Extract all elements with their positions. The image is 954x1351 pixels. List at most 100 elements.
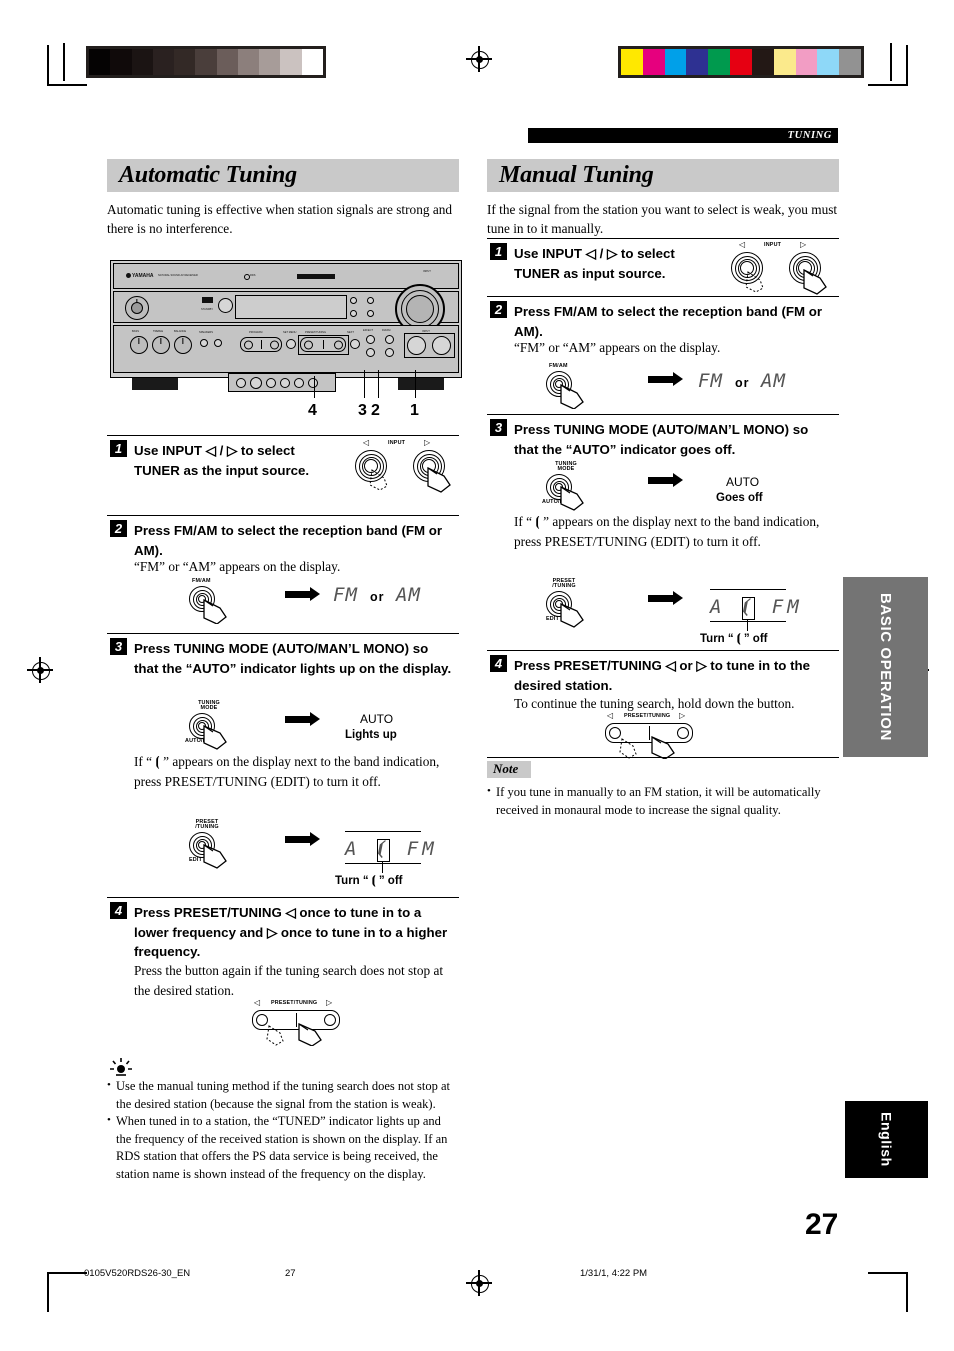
right-step-3-rule	[487, 414, 839, 415]
left-step-4-rule	[107, 897, 459, 898]
note-item: If you tune in manually to an FM station…	[487, 783, 839, 819]
footer-doc-id: 0105V520RDS26-30_EN	[84, 1268, 191, 1279]
left-step-3-lcd-caption: Turn “ ⦗ ” off	[335, 875, 403, 887]
highlight-input-knobs	[404, 333, 455, 358]
left-step-3-lcd-highlight	[377, 839, 390, 862]
right-step-3-auto-indicator: AUTO	[726, 475, 760, 489]
note-list: If you tune in manually to an FM station…	[487, 783, 839, 819]
section-title-manual-tuning: Manual Tuning	[487, 159, 839, 192]
effect-label: EFFECT	[363, 329, 374, 332]
callout-leader-1	[415, 370, 417, 398]
side-tab-basic-operation: BASIC OPERATION	[843, 577, 928, 757]
page-number: 27	[805, 1208, 839, 1241]
callout-leader-3	[364, 370, 366, 398]
effect-button	[366, 335, 375, 344]
side-tab-language: English	[845, 1101, 928, 1178]
crop-mark-tr-v	[906, 45, 908, 85]
left-step-4-rocker-art: PRESET/TUNING ◁ ▷	[247, 998, 347, 1046]
yamaha-logo: YAMAHA	[132, 273, 154, 279]
process-swatch-7	[773, 49, 796, 75]
right-step-3-arrow-2	[648, 591, 683, 605]
left-step-3-lcd-toprule	[345, 831, 421, 832]
process-swatch-8	[795, 49, 818, 75]
section-title-automatic-tuning: Automatic Tuning	[107, 159, 459, 192]
left-step-4-number: 4	[110, 902, 127, 919]
pointing-hand-icon	[203, 725, 227, 750]
right-step-2-arrow	[648, 372, 683, 386]
left-step-3-lcd-display: A ⦗ FM	[345, 838, 438, 860]
right-step-3-body: If “ ⦗ ” appears on the display next to …	[514, 514, 820, 549]
grayscale-swatch-0	[89, 49, 111, 75]
right-step-2-body: “FM” or “AM” appears on the display.	[514, 340, 721, 355]
right-step-3-lcd-caption: Turn “ ⦗ ” off	[700, 633, 768, 645]
grayscale-swatch-10	[301, 49, 323, 75]
rds-badge-dot	[244, 274, 250, 280]
right-step-3-lcd-leader	[747, 619, 749, 631]
process-swatch-3	[686, 49, 709, 75]
fm-am-button	[385, 335, 394, 344]
crop-mark-right-edge	[890, 43, 892, 81]
preset-tuning-label: PRESET/TUNING	[305, 331, 327, 334]
crop-mark-tl-v	[47, 45, 49, 85]
callout-number-1: 1	[410, 402, 419, 419]
note-label-text: Note	[493, 761, 519, 776]
process-swatch-0	[621, 49, 643, 75]
video-aux-jack-3	[266, 378, 276, 388]
speakers-a-button	[200, 339, 208, 347]
running-head-label: TUNING	[787, 129, 832, 141]
pointing-hand-icons	[745, 268, 827, 295]
grayscale-swatch-6	[216, 49, 238, 75]
power-knob-inner	[131, 302, 143, 314]
receiver-lcd-display	[235, 295, 347, 319]
grayscale-swatch-9	[280, 49, 302, 75]
side-tab-language-label: English	[878, 1112, 895, 1167]
crop-mark-bl-v	[47, 1272, 49, 1312]
left-step-2-lcd-am: AM	[396, 584, 421, 606]
left-step-2-lcd-fm: FM	[333, 584, 358, 606]
note-label-bar: Note	[487, 761, 531, 778]
manual-page: TUNING Automatic Tuning Automatic tuning…	[0, 0, 954, 1351]
grayscale-colorbar	[86, 46, 326, 78]
section-title-text: Automatic Tuning	[119, 162, 297, 188]
tip-item: When tuned in to a station, the “TUNED” …	[107, 1112, 459, 1183]
right-step-1-rule	[487, 238, 839, 239]
right-step-3-lcd-toprule	[710, 589, 786, 590]
right-step-3-auto-state: Goes off	[716, 492, 763, 504]
registration-mark-side-left	[27, 657, 53, 683]
pointing-hand-icon	[560, 486, 584, 511]
note-top-rule	[487, 757, 839, 758]
callout-number-2: 2	[371, 402, 380, 419]
left-step-3-presettuning-art: PRESET /TUNING EDIT	[184, 819, 246, 870]
process-swatch-6	[751, 49, 774, 75]
process-swatch-10	[839, 49, 861, 75]
preset-button-2	[367, 297, 374, 304]
registration-mark-left	[466, 46, 492, 72]
balance-knob	[174, 336, 192, 354]
left-step-1-rule	[107, 435, 459, 436]
footer-page-number: 27	[285, 1268, 296, 1279]
standby-label: STANDBY	[201, 308, 214, 311]
left-step-2-rule	[107, 515, 459, 516]
right-step-2-rule	[487, 296, 839, 297]
grayscale-swatch-5	[195, 49, 217, 75]
right-step-3-arrow	[648, 473, 683, 487]
right-step-4-rocker-art: PRESET/TUNING ◁ ▷	[600, 711, 700, 759]
highlight-preset-tuning	[298, 335, 349, 355]
treble-knob	[152, 336, 170, 354]
pointing-hand-icon	[560, 383, 584, 409]
left-step-3-rule	[107, 633, 459, 634]
right-step-2-lcd-or: or	[735, 370, 750, 392]
set-menu-label: SET MENU	[283, 331, 297, 334]
right-step-4-number: 4	[490, 655, 507, 672]
left-step-1-title: Use INPUT ◁ / ▷ to select TUNER as the i…	[134, 443, 310, 478]
next-button	[350, 339, 360, 349]
left-step-3-arrow-2	[285, 832, 320, 846]
registration-mark-bottom	[466, 1270, 492, 1296]
left-step-4-title: Press PRESET/TUNING ◁ once to tune in to…	[134, 905, 448, 959]
logo-tuning-fork-mark	[126, 272, 131, 278]
speakers-b-button	[214, 339, 222, 347]
right-step-4-title: Press PRESET/TUNING ◁ or ▷ to tune in to…	[514, 658, 811, 693]
process-swatch-2	[664, 49, 687, 75]
grayscale-swatch-2	[131, 49, 153, 75]
video-aux-jack-2	[250, 377, 262, 389]
